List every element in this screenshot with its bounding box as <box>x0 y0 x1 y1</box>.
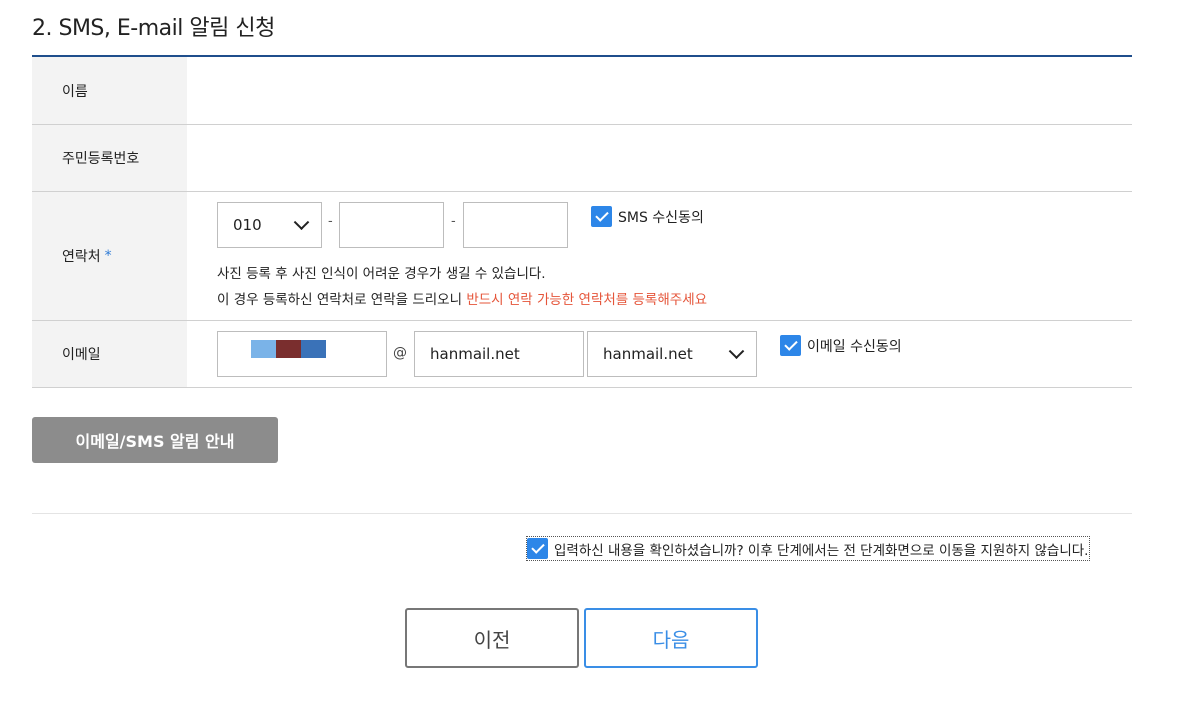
confirm-checkbox[interactable]: 입력하신 내용을 확인하셨습니까? 이후 단계에서는 전 단계화면으로 이동을 … <box>526 536 1091 561</box>
required-mark: * <box>104 248 112 264</box>
email-sms-guide-button[interactable]: 이메일/SMS 알림 안내 <box>32 417 278 463</box>
email-domain-input[interactable]: hanmail.net <box>414 331 584 377</box>
phone-notice-line1: 사진 등록 후 사진 인식이 어려운 경우가 생길 수 있습니다. <box>217 266 546 282</box>
resident-id-label: 주민등록번호 <box>32 125 187 191</box>
next-button[interactable]: 다음 <box>584 608 758 668</box>
email-domain-selected: hanmail.net <box>603 345 693 363</box>
phone-label: 연락처 <box>62 249 101 265</box>
email-content: @ hanmail.net hanmail.net 이메일 수신동의 <box>187 321 1132 387</box>
name-value <box>187 57 1132 124</box>
checkbox-checked-icon <box>780 335 801 356</box>
form-table: 이름 주민등록번호 연락처 * 010 - - SMS 수신동의 사진 등록 후… <box>32 55 1132 388</box>
section-title: 2. SMS, E-mail 알림 신청 <box>32 16 275 41</box>
resident-id-value <box>187 125 1132 191</box>
phone-label-cell: 연락처 * <box>32 192 187 320</box>
row-email: 이메일 @ hanmail.net hanmail.net 이메일 수신동의 <box>32 321 1132 388</box>
email-domain-select[interactable]: hanmail.net <box>587 331 757 377</box>
prev-button[interactable]: 이전 <box>405 608 579 668</box>
chevron-down-icon <box>293 214 310 231</box>
email-consent-label: 이메일 수신동의 <box>807 338 902 355</box>
checkbox-checked-icon <box>527 538 548 559</box>
phone-separator-2: - <box>451 214 456 229</box>
email-id-input[interactable] <box>217 331 387 377</box>
row-resident-id: 주민등록번호 <box>32 125 1132 192</box>
sms-consent-checkbox[interactable]: SMS 수신동의 <box>591 206 704 227</box>
email-consent-checkbox[interactable]: 이메일 수신동의 <box>780 335 902 356</box>
phone-separator-1: - <box>328 214 333 229</box>
phone-middle-input[interactable] <box>339 202 444 248</box>
phone-content: 010 - - SMS 수신동의 사진 등록 후 사진 인식이 어려운 경우가 … <box>187 192 1132 320</box>
row-phone: 연락처 * 010 - - SMS 수신동의 사진 등록 후 사진 인식이 어려… <box>32 192 1132 321</box>
phone-notice-text: 이 경우 등록하신 연락처로 연락을 드리오니 <box>217 292 467 308</box>
confirm-label: 입력하신 내용을 확인하셨습니까? 이후 단계에서는 전 단계화면으로 이동을 … <box>554 542 1089 559</box>
phone-notice-line2: 이 경우 등록하신 연락처로 연락을 드리오니 반드시 연락 가능한 연락처를 … <box>217 288 707 308</box>
masked-email-id <box>251 340 326 358</box>
phone-prefix-select[interactable]: 010 <box>217 202 322 248</box>
chevron-down-icon <box>728 343 745 360</box>
checkbox-checked-icon <box>591 206 612 227</box>
email-label: 이메일 <box>32 321 187 387</box>
sms-consent-label: SMS 수신동의 <box>618 209 704 226</box>
phone-prefix-value: 010 <box>233 216 262 234</box>
at-sign: @ <box>393 345 407 361</box>
divider <box>32 513 1132 514</box>
phone-notice-warning: 반드시 연락 가능한 연락처를 등록해주세요 <box>466 292 708 308</box>
phone-last-input[interactable] <box>463 202 568 248</box>
name-label: 이름 <box>32 57 187 124</box>
row-name: 이름 <box>32 57 1132 125</box>
